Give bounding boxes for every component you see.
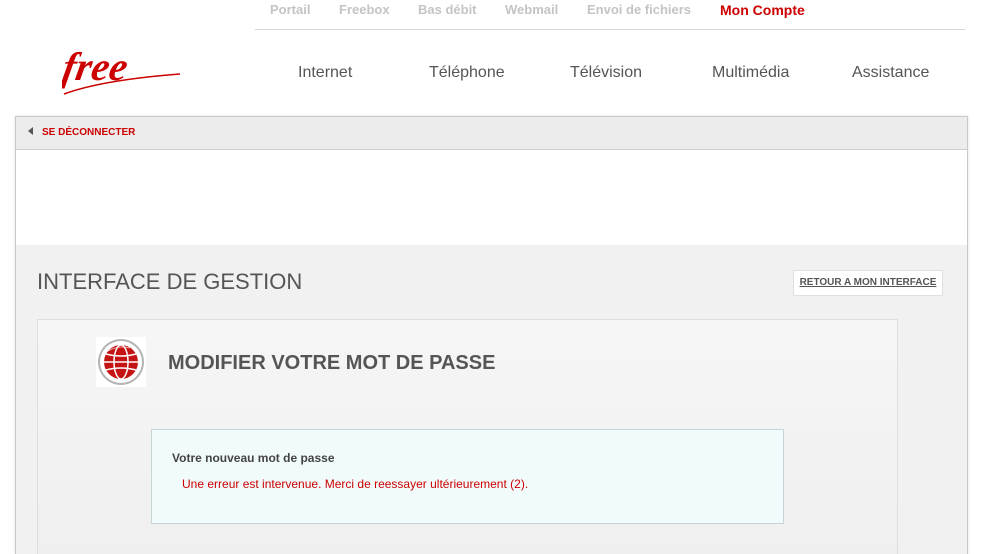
account-frame: SE DÉCONNECTER INTERFACE DE GESTION RETO… — [15, 116, 968, 554]
panel-title: MODIFIER VOTRE MOT DE PASSE — [168, 352, 496, 374]
top-nav-envoi-de-fichiers[interactable]: Envoi de fichiers — [587, 2, 691, 17]
blank-banner-area — [16, 150, 967, 245]
main-nav-internet[interactable]: Internet — [298, 64, 352, 82]
free-logo[interactable]: free — [62, 50, 184, 100]
logout-label: SE DÉCONNECTER — [42, 127, 136, 138]
logo-text: free — [62, 50, 131, 89]
top-nav-bas-debit[interactable]: Bas débit — [418, 2, 477, 17]
top-nav-mon-compte[interactable]: Mon Compte — [720, 2, 805, 18]
top-nav-webmail[interactable]: Webmail — [505, 2, 558, 17]
password-panel: MODIFIER VOTRE MOT DE PASSE Votre nouvea… — [37, 319, 898, 554]
sub-toolbar: SE DÉCONNECTER — [16, 117, 967, 150]
page-title: INTERFACE DE GESTION — [37, 269, 303, 294]
main-nav-assistance[interactable]: Assistance — [852, 64, 929, 82]
back-to-interface-button[interactable]: RETOUR A MON INTERFACE — [793, 270, 943, 296]
error-message: Une erreur est intervenue. Merci de rees… — [182, 477, 529, 491]
left-triangle-icon — [28, 127, 33, 135]
message-box: Votre nouveau mot de passe Une erreur es… — [151, 429, 784, 524]
globe-icon — [96, 337, 146, 387]
page: Portail Freebox Bas débit Webmail Envoi … — [0, 0, 988, 554]
main-nav-telephone[interactable]: Téléphone — [429, 64, 505, 82]
password-field-label: Votre nouveau mot de passe — [172, 451, 335, 465]
main-nav-multimedia[interactable]: Multimédia — [712, 64, 789, 82]
main-nav-television[interactable]: Télévision — [570, 64, 642, 82]
top-nav: Portail Freebox Bas débit Webmail Envoi … — [255, 0, 965, 30]
logout-link[interactable]: SE DÉCONNECTER — [28, 127, 135, 138]
top-nav-portail[interactable]: Portail — [270, 2, 310, 17]
top-nav-freebox[interactable]: Freebox — [339, 2, 390, 17]
